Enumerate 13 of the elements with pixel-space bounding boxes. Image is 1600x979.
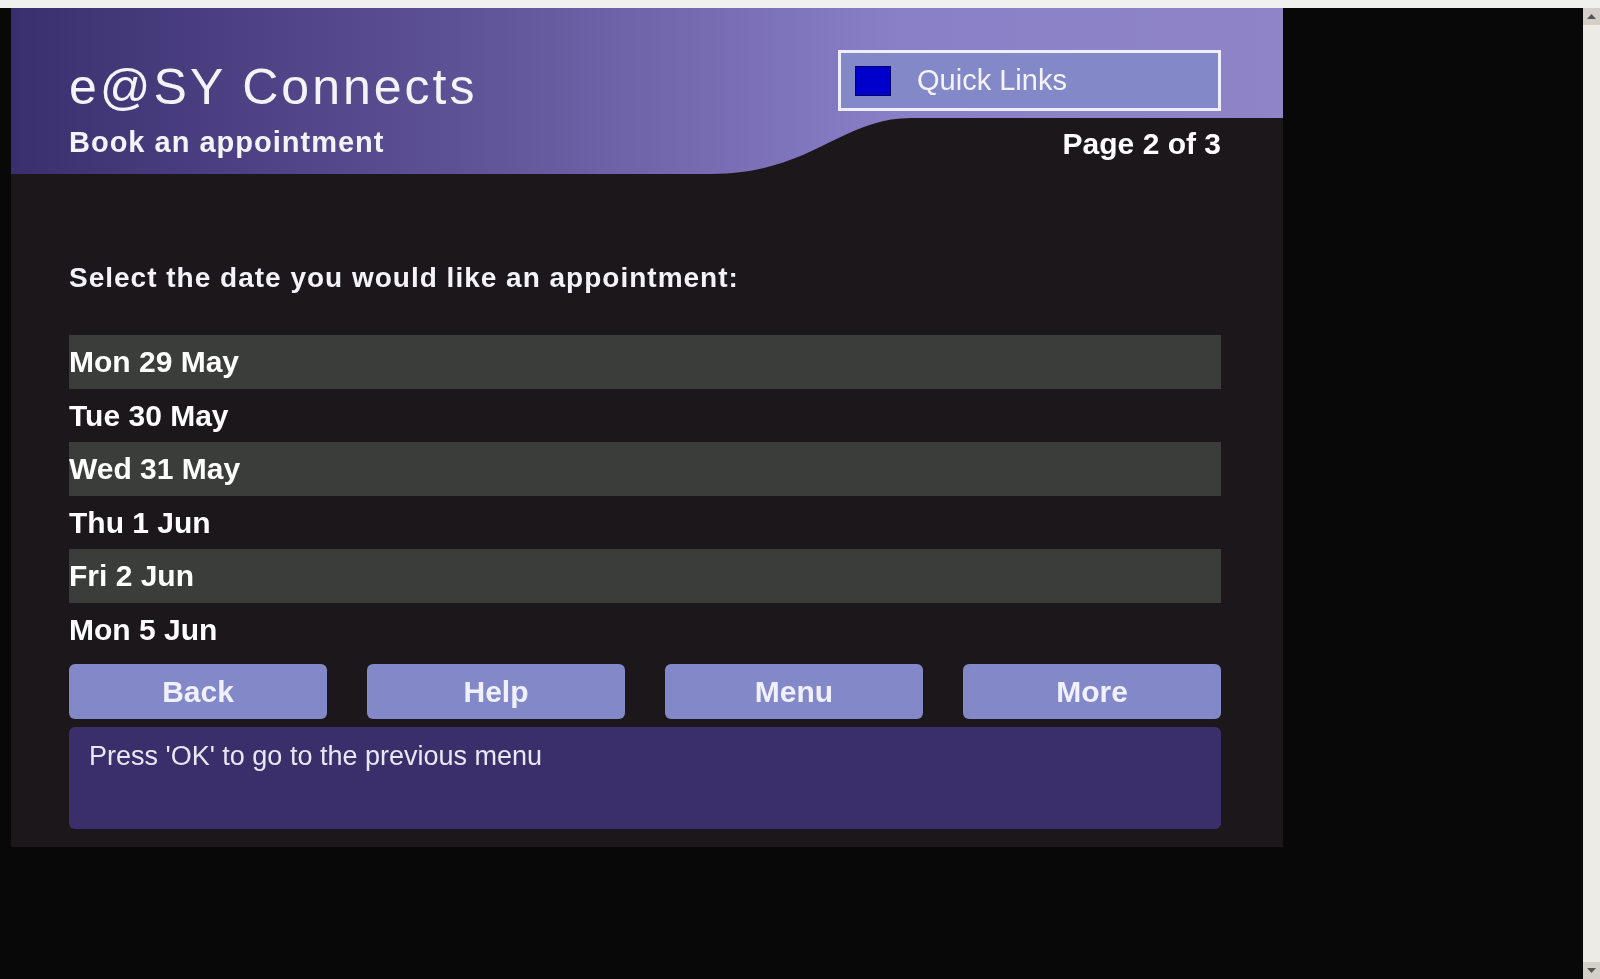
scrollbar[interactable]: [1583, 8, 1600, 979]
date-option[interactable]: Thu 1 Jun: [69, 495, 1221, 549]
date-option[interactable]: Mon 29 May: [69, 335, 1221, 389]
app-title: e@SY Connects: [69, 60, 478, 114]
date-option[interactable]: Tue 30 May: [69, 388, 1221, 442]
instruction-text: Select the date you would like an appointment:: [69, 262, 740, 295]
page-subtitle: Book an appointment: [69, 126, 386, 159]
square-icon: [855, 65, 891, 96]
page-indicator: Page 2 of 3: [1062, 127, 1221, 161]
date-option[interactable]: Wed 31 May: [69, 442, 1221, 496]
date-option[interactable]: Fri 2 Jun: [69, 549, 1221, 603]
date-option[interactable]: Mon 5 Jun: [69, 602, 1221, 656]
message-text: Press 'OK' to go to the previous menu: [89, 741, 543, 771]
